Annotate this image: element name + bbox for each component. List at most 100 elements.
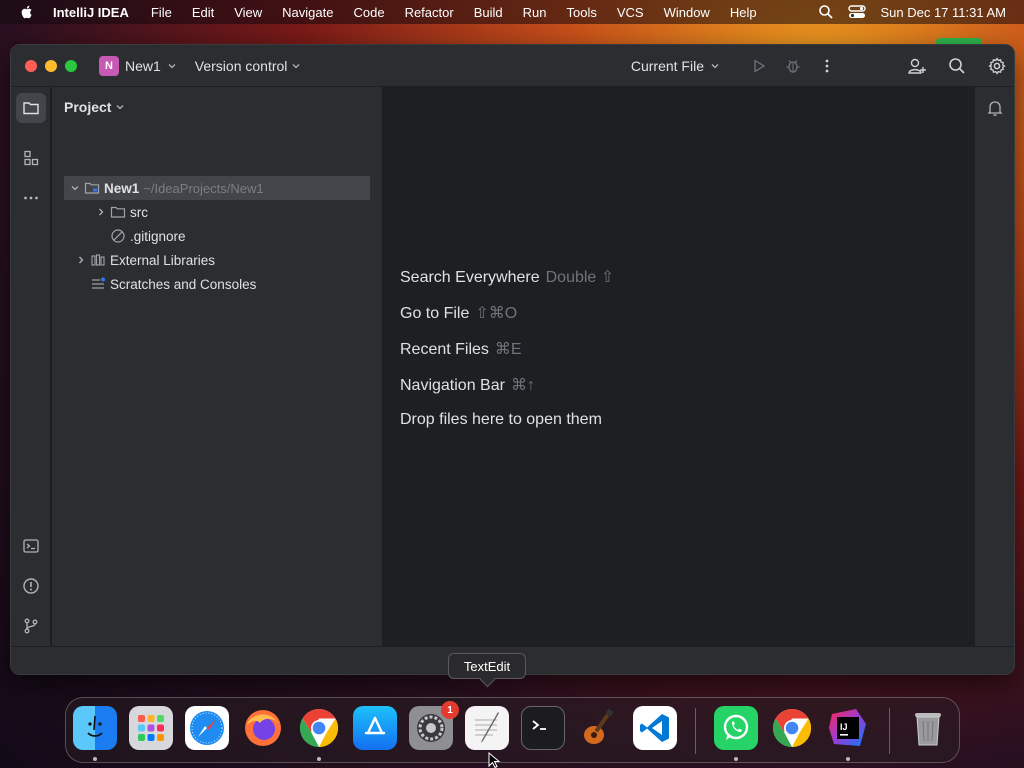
dock-vscode[interactable]: [633, 706, 677, 750]
menu-build[interactable]: Build: [474, 5, 503, 20]
hint-navigation-bar[interactable]: Navigation Bar ⌘↑: [400, 375, 535, 395]
run-config-selector[interactable]: Current File: [631, 58, 720, 74]
git-toolwindow-button[interactable]: [16, 611, 46, 641]
hint-go-to-file[interactable]: Go to File ⇧⌘O: [400, 303, 517, 323]
dock-terminal[interactable]: [521, 706, 565, 750]
dock-tooltip: TextEdit: [448, 653, 526, 679]
hint-search-everywhere[interactable]: Search Everywhere Double ⇧: [400, 267, 614, 287]
menu-code[interactable]: Code: [353, 5, 384, 20]
menu-bar: IntelliJ IDEA File Edit View Navigate Co…: [0, 0, 1024, 24]
dock-firefox[interactable]: [241, 706, 285, 750]
menu-refactor[interactable]: Refactor: [405, 5, 454, 20]
project-panel-title: Project: [64, 99, 112, 115]
ide-window: N New1 Version control Current File Proj…: [10, 44, 1015, 675]
settings-button[interactable]: [980, 57, 1014, 75]
project-panel-header[interactable]: Project: [52, 87, 382, 127]
problems-toolwindow-button[interactable]: [16, 571, 46, 601]
structure-toolwindow-button[interactable]: [16, 143, 46, 173]
launchpad-icon: [138, 715, 164, 741]
project-widget[interactable]: N New1: [99, 55, 177, 76]
hint-label: Go to File: [400, 305, 470, 322]
dock-trash[interactable]: [906, 706, 950, 750]
dock-whatsapp[interactable]: [714, 706, 758, 750]
dock-finder[interactable]: [73, 706, 117, 750]
hint-drop-files: Drop files here to open them: [400, 411, 602, 429]
left-toolwindow-strip: [11, 87, 51, 646]
hint-shortcut: ⇧⌘O: [475, 305, 518, 322]
menu-tools[interactable]: Tools: [566, 5, 596, 20]
window-controls: [25, 59, 77, 72]
spotlight-search-icon[interactable]: [818, 4, 834, 20]
hint-shortcut: Double ⇧: [545, 269, 615, 286]
intellij-icon: IJ: [829, 709, 866, 746]
menu-help[interactable]: Help: [730, 5, 757, 20]
minimize-window-button[interactable]: [45, 59, 57, 72]
menubar-clock[interactable]: Sun Dec 17 11:31 AM: [880, 5, 1006, 20]
more-vertical-icon: [825, 59, 829, 73]
dock-app-store[interactable]: [353, 706, 397, 750]
apple-icon[interactable]: [19, 4, 35, 20]
menu-edit[interactable]: Edit: [192, 5, 214, 20]
dock-chrome-2[interactable]: [770, 706, 814, 750]
version-control-widget[interactable]: Version control: [195, 58, 302, 74]
notifications-button[interactable]: [980, 93, 1010, 123]
chevron-down-icon: [292, 63, 300, 68]
vscode-icon: [640, 714, 669, 742]
chevron-down-icon[interactable]: [68, 183, 82, 193]
running-indicator: [846, 757, 850, 761]
textedit-icon: [475, 712, 499, 743]
more-toolwindows-button[interactable]: [16, 183, 46, 213]
tree-item-scratches[interactable]: Scratches and Consoles: [90, 272, 256, 296]
mouse-cursor-icon: [488, 752, 501, 768]
tree-item-external-libraries[interactable]: External Libraries: [74, 248, 215, 272]
dock-textedit[interactable]: [465, 706, 509, 750]
dock-system-settings[interactable]: 1: [409, 701, 459, 750]
menu-app-name[interactable]: IntelliJ IDEA: [53, 5, 129, 20]
play-icon: [754, 59, 766, 73]
dock-separator: [695, 708, 696, 754]
running-indicator: [317, 757, 321, 761]
control-center-icon[interactable]: [848, 4, 867, 20]
run-config-label: Current File: [630, 58, 704, 74]
project-toolwindow-button[interactable]: [16, 93, 46, 123]
hint-shortcut: ⌘↑: [510, 377, 535, 394]
tree-item-project-root[interactable]: New1 ~/IdeaProjects/New1: [64, 176, 370, 200]
dock-chrome[interactable]: [297, 706, 341, 750]
tree-item-gitignore[interactable]: .gitignore: [110, 224, 186, 248]
folder-icon: [23, 102, 39, 115]
library-icon: [90, 252, 106, 268]
project-badge: N: [99, 55, 119, 76]
terminal-toolwindow-button[interactable]: [16, 531, 46, 561]
dock-launchpad[interactable]: [129, 706, 173, 750]
menu-window[interactable]: Window: [664, 5, 710, 20]
guitar-icon: [584, 708, 614, 744]
hint-shortcut: ⌘E: [494, 341, 522, 358]
menu-run[interactable]: Run: [523, 5, 547, 20]
menu-file[interactable]: File: [151, 5, 172, 20]
maximize-window-button[interactable]: [65, 59, 77, 72]
tree-item-label: src: [130, 204, 148, 220]
chevron-right-icon[interactable]: [94, 207, 108, 217]
bell-icon: [987, 101, 1003, 116]
run-button[interactable]: [742, 58, 776, 74]
chevron-down-icon: [117, 105, 124, 110]
dock-intellij[interactable]: IJ: [826, 706, 870, 750]
dock-garageband[interactable]: [577, 706, 621, 750]
finder-icon: [87, 715, 103, 737]
close-window-button[interactable]: [25, 59, 37, 72]
chevron-right-icon[interactable]: [74, 255, 88, 265]
git-branch-icon: [24, 618, 38, 634]
hint-recent-files[interactable]: Recent Files ⌘E: [400, 339, 522, 359]
tree-item-src[interactable]: src: [94, 200, 148, 224]
menu-vcs[interactable]: VCS: [617, 5, 644, 20]
search-everywhere-button[interactable]: [940, 57, 974, 75]
menu-view[interactable]: View: [234, 5, 262, 20]
menu-navigate[interactable]: Navigate: [282, 5, 333, 20]
scratches-icon: [90, 276, 106, 292]
app-store-icon: [364, 716, 386, 735]
dock-safari[interactable]: [185, 706, 229, 750]
debug-button[interactable]: [776, 58, 810, 74]
more-actions-button[interactable]: [810, 58, 844, 74]
chevron-down-icon: [168, 63, 176, 68]
code-with-me-button[interactable]: [900, 56, 934, 76]
